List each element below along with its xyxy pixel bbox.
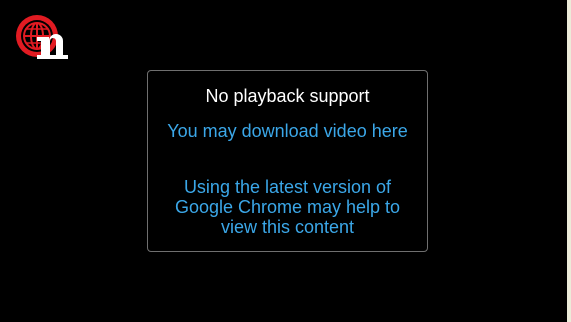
playback-error-dialog: No playback support You may download vid… — [147, 70, 428, 252]
playback-error-title: No playback support — [205, 86, 370, 106]
google-chrome-link[interactable]: Using the latest version of Google Chrom… — [166, 177, 409, 237]
download-video-link[interactable]: You may download video here — [166, 121, 409, 141]
site-logo-icon — [13, 11, 75, 61]
video-player[interactable]: No playback support You may download vid… — [0, 0, 567, 322]
